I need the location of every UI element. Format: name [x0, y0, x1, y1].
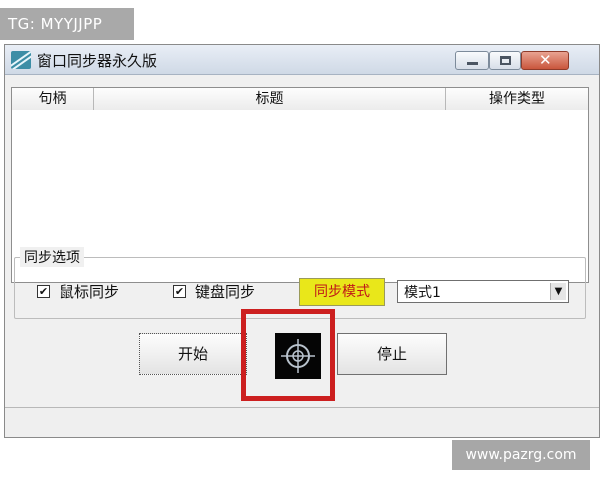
close-button[interactable]: ✕ — [521, 51, 569, 70]
status-bar — [5, 407, 599, 437]
column-header-handle[interactable]: 句柄 — [12, 88, 94, 110]
watermark-top-left: TG: MYYJJPP — [0, 8, 134, 40]
mode-select[interactable]: 模式1 ▼ — [397, 280, 569, 303]
maximize-icon — [500, 56, 511, 65]
column-header-title[interactable]: 标题 — [94, 88, 446, 110]
window-title: 窗口同步器永久版 — [37, 52, 158, 70]
app-icon — [11, 51, 31, 69]
close-icon: ✕ — [539, 51, 552, 69]
minimize-button[interactable] — [455, 51, 489, 70]
maximize-button[interactable] — [489, 51, 521, 70]
start-button[interactable]: 开始 — [139, 333, 247, 375]
keyboard-sync-checkbox[interactable]: ✔ — [173, 285, 186, 298]
sync-logo-icon — [275, 333, 321, 379]
minimize-icon — [467, 62, 478, 65]
column-header-operation-type[interactable]: 操作类型 — [446, 88, 588, 110]
keyboard-sync-label[interactable]: 键盘同步 — [195, 281, 255, 302]
list-header: 句柄 标题 操作类型 — [12, 88, 588, 110]
app-window: 窗口同步器永久版 ✕ 句柄 标题 操作类型 同步选项 ✔ 鼠标同步 ✔ 键盘同步… — [4, 44, 600, 438]
window-list[interactable]: 句柄 标题 操作类型 — [11, 87, 589, 283]
group-label: 同步选项 — [20, 247, 84, 267]
mouse-sync-checkbox[interactable]: ✔ — [37, 285, 50, 298]
stop-button[interactable]: 停止 — [337, 333, 447, 375]
chevron-down-icon[interactable]: ▼ — [550, 283, 566, 300]
mouse-sync-label[interactable]: 鼠标同步 — [59, 281, 119, 302]
sync-mode-button[interactable]: 同步模式 — [299, 278, 385, 306]
mode-select-value: 模式1 — [404, 285, 441, 301]
title-bar[interactable]: 窗口同步器永久版 ✕ — [5, 45, 599, 75]
watermark-bottom-right: www.pazrg.com — [452, 440, 590, 470]
